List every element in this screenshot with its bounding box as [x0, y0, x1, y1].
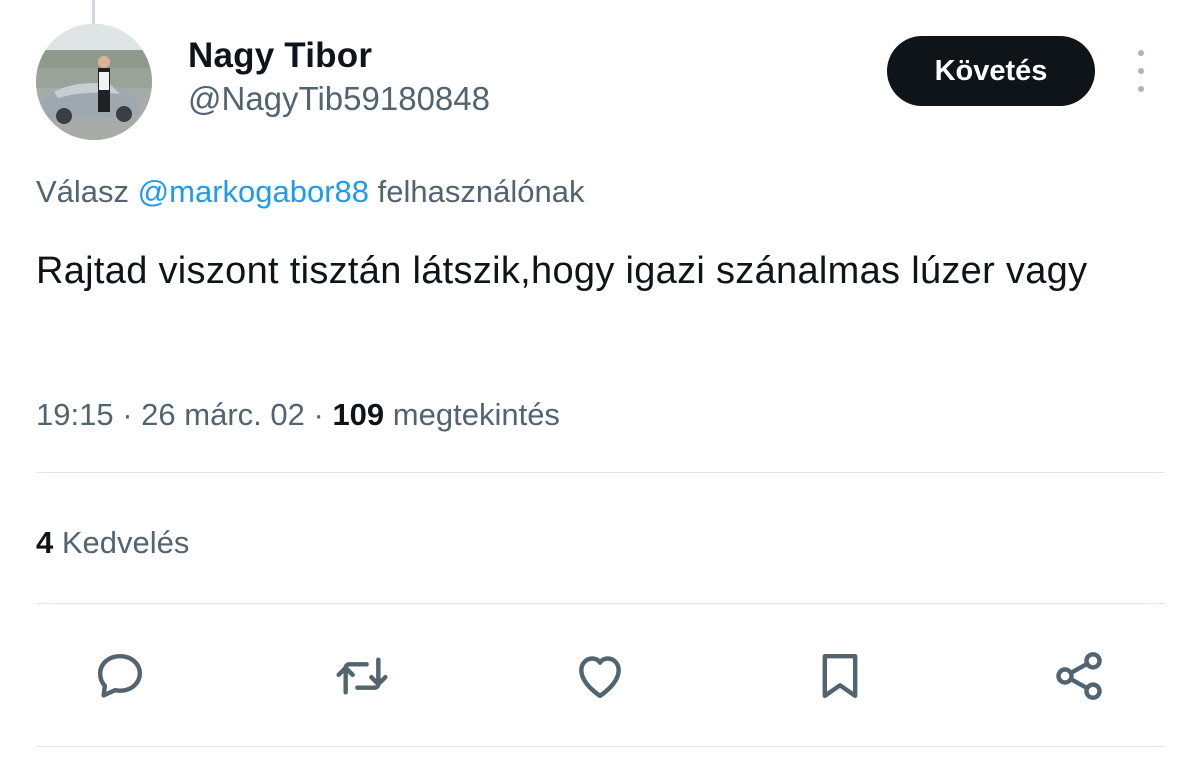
bookmark-icon-glyph — [822, 653, 858, 699]
like-icon-glyph — [579, 656, 621, 699]
tweet-text: Rajtad viszont tisztán látszik,hogy igaz… — [36, 250, 1088, 292]
tweet-meta: 19:15 · 26 márc. 02 · 109 megtekintés — [36, 397, 560, 433]
retweet-icon-glyph — [336, 657, 388, 695]
meta-separator: · — [122, 397, 133, 432]
meta-separator: · — [313, 397, 324, 432]
share-icon-glyph — [1056, 652, 1102, 700]
divider — [36, 472, 1165, 473]
dot — [1138, 68, 1144, 74]
thread-line — [92, 0, 95, 24]
reply-mention-link[interactable]: @markogabor88 — [138, 174, 369, 209]
bookmark-icon[interactable] — [808, 644, 872, 708]
dot — [1138, 50, 1144, 56]
divider — [36, 603, 1165, 604]
likes-link[interactable]: 4 Kedvelés — [36, 525, 189, 561]
views-count: 109 — [332, 397, 385, 432]
reply-prefix: Válasz — [36, 174, 130, 209]
avatar-image — [36, 24, 152, 140]
divider — [36, 746, 1165, 747]
display-name[interactable]: Nagy Tibor — [188, 36, 372, 76]
reply-icon-glyph — [97, 653, 143, 698]
tweet-time[interactable]: 19:15 — [36, 397, 114, 432]
dot — [1138, 86, 1144, 92]
user-handle[interactable]: @NagyTib59180848 — [188, 80, 490, 118]
follow-button[interactable]: Követés — [887, 36, 1095, 106]
likes-count: 4 — [36, 525, 54, 560]
reply-suffix: felhasználónak — [377, 174, 585, 209]
reply-context: Válasz @markogabor88 felhasználónak — [36, 174, 585, 210]
tweet-detail: Nagy Tibor @NagyTib59180848 Követés Vála… — [0, 0, 1200, 762]
like-icon[interactable] — [568, 644, 632, 708]
share-icon[interactable] — [1047, 644, 1111, 708]
views-label: megtekintés — [392, 397, 560, 432]
reply-icon[interactable] — [88, 644, 152, 708]
tweet-date[interactable]: 26 márc. 02 — [141, 397, 305, 432]
retweet-icon[interactable] — [330, 644, 394, 708]
more-vertical-icon[interactable] — [1124, 50, 1158, 92]
avatar[interactable] — [36, 24, 152, 140]
likes-label: Kedvelés — [61, 525, 190, 560]
